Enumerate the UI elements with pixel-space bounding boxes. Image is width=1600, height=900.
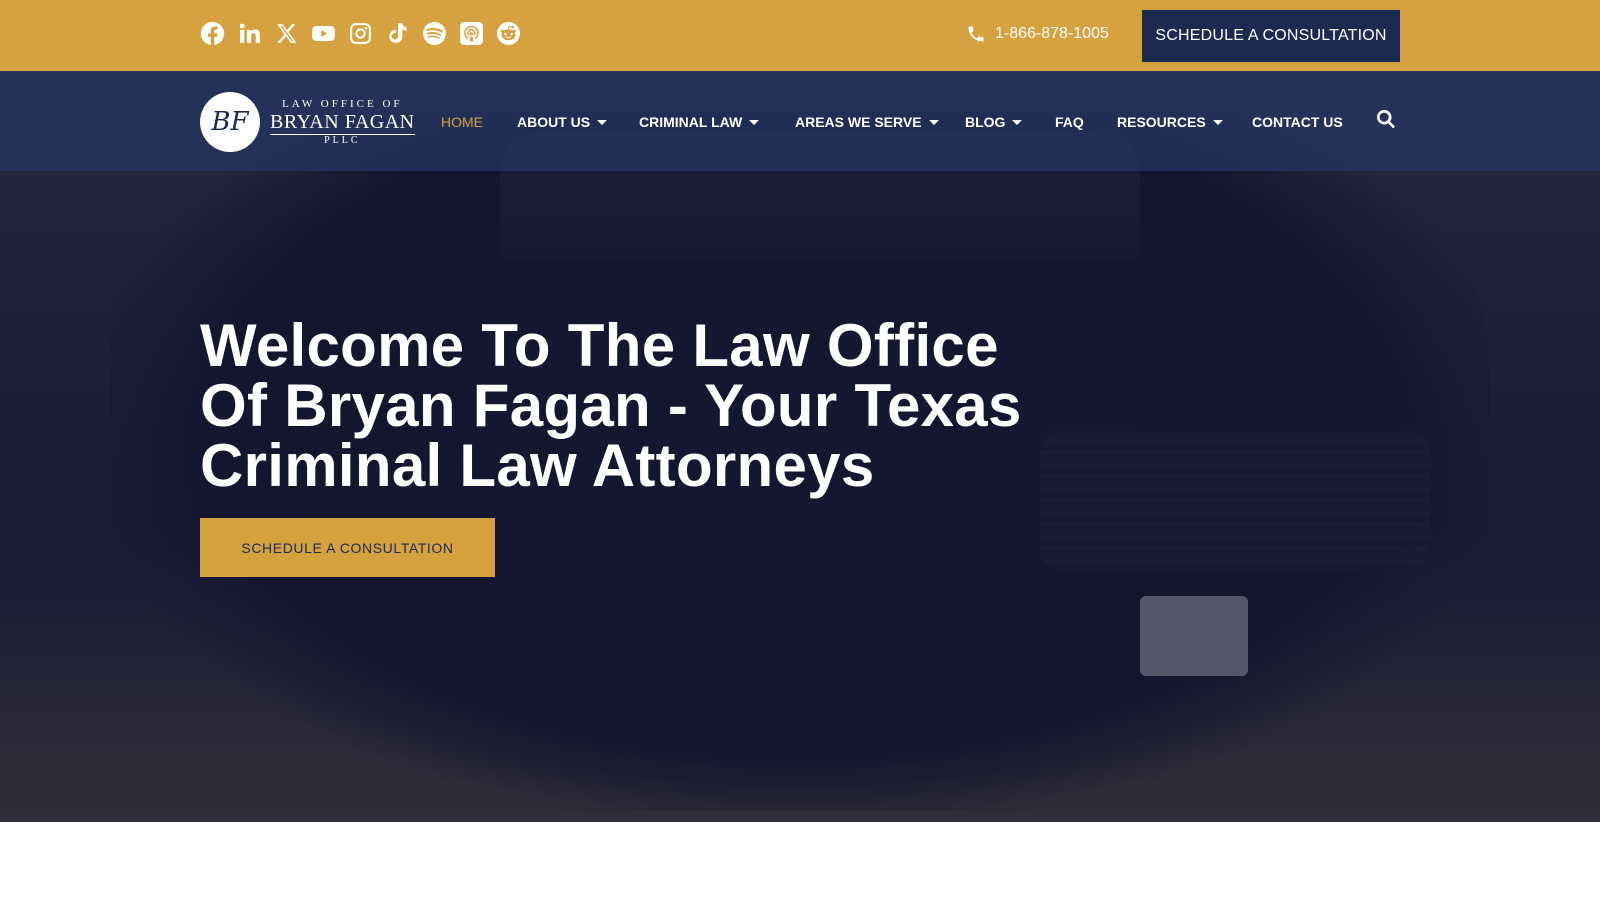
caret-down-icon — [749, 119, 760, 125]
nav-home[interactable]: HOME — [441, 112, 483, 132]
nav-contact-us[interactable]: CONTACT US — [1252, 112, 1343, 132]
hero-headline: Welcome To The Law Office Of Bryan Fagan… — [200, 312, 1022, 499]
social-links — [200, 21, 521, 46]
logo-monogram: BF — [200, 92, 260, 152]
phone-link[interactable]: 1-866-878-1005 — [966, 24, 1109, 44]
nav-resources-label: RESOURCES — [1117, 114, 1206, 130]
caret-down-icon — [928, 119, 939, 125]
nav-areas-we-serve-label: AREAS WE SERVE — [795, 114, 922, 130]
x-twitter-icon[interactable] — [274, 21, 299, 46]
hero-schedule-consultation-button[interactable]: SCHEDULE A CONSULTATION — [200, 518, 495, 577]
instagram-icon[interactable] — [348, 21, 373, 46]
nav-about-us-label: ABOUT US — [517, 114, 591, 130]
reddit-icon[interactable] — [496, 21, 521, 46]
tiktok-icon[interactable] — [385, 21, 410, 46]
phone-icon — [968, 26, 984, 42]
podcasts-icon[interactable] — [459, 21, 484, 46]
logo-wordmark: LAW OFFICE OF BRYAN FAGAN PLLC — [270, 97, 415, 146]
logo-line1: LAW OFFICE OF — [282, 97, 403, 110]
site-logo[interactable]: BF LAW OFFICE OF BRYAN FAGAN PLLC — [200, 92, 415, 152]
nav-blog[interactable]: BLOG — [965, 112, 1023, 132]
logo-line3: PLLC — [270, 133, 415, 146]
caret-down-icon — [1012, 119, 1023, 125]
nav-criminal-law[interactable]: CRIMINAL LAW — [639, 112, 760, 132]
youtube-icon[interactable] — [311, 21, 336, 46]
nav-blog-label: BLOG — [965, 114, 1006, 130]
phone-number: 1-866-878-1005 — [995, 25, 1109, 42]
nav-contact-us-label: CONTACT US — [1252, 114, 1343, 130]
caret-down-icon — [597, 119, 608, 125]
nav-resources[interactable]: RESOURCES — [1117, 112, 1223, 132]
facebook-icon[interactable] — [200, 21, 225, 46]
schedule-consultation-button[interactable]: SCHEDULE A CONSULTATION — [1142, 10, 1400, 62]
nav-home-label: HOME — [441, 114, 483, 130]
caret-down-icon — [1212, 119, 1223, 125]
nav-areas-we-serve[interactable]: AREAS WE SERVE — [795, 112, 939, 132]
nav-faq[interactable]: FAQ — [1055, 112, 1084, 132]
nav-faq-label: FAQ — [1055, 114, 1084, 130]
top-bar: 1-866-878-1005 SCHEDULE A CONSULTATION — [0, 0, 1600, 71]
search-icon[interactable] — [1375, 108, 1397, 130]
nav-about-us[interactable]: ABOUT US — [517, 112, 608, 132]
nav-criminal-law-label: CRIMINAL LAW — [639, 114, 743, 130]
linkedin-icon[interactable] — [237, 21, 262, 46]
spotify-icon[interactable] — [422, 21, 447, 46]
logo-line2: BRYAN FAGAN — [270, 110, 415, 133]
